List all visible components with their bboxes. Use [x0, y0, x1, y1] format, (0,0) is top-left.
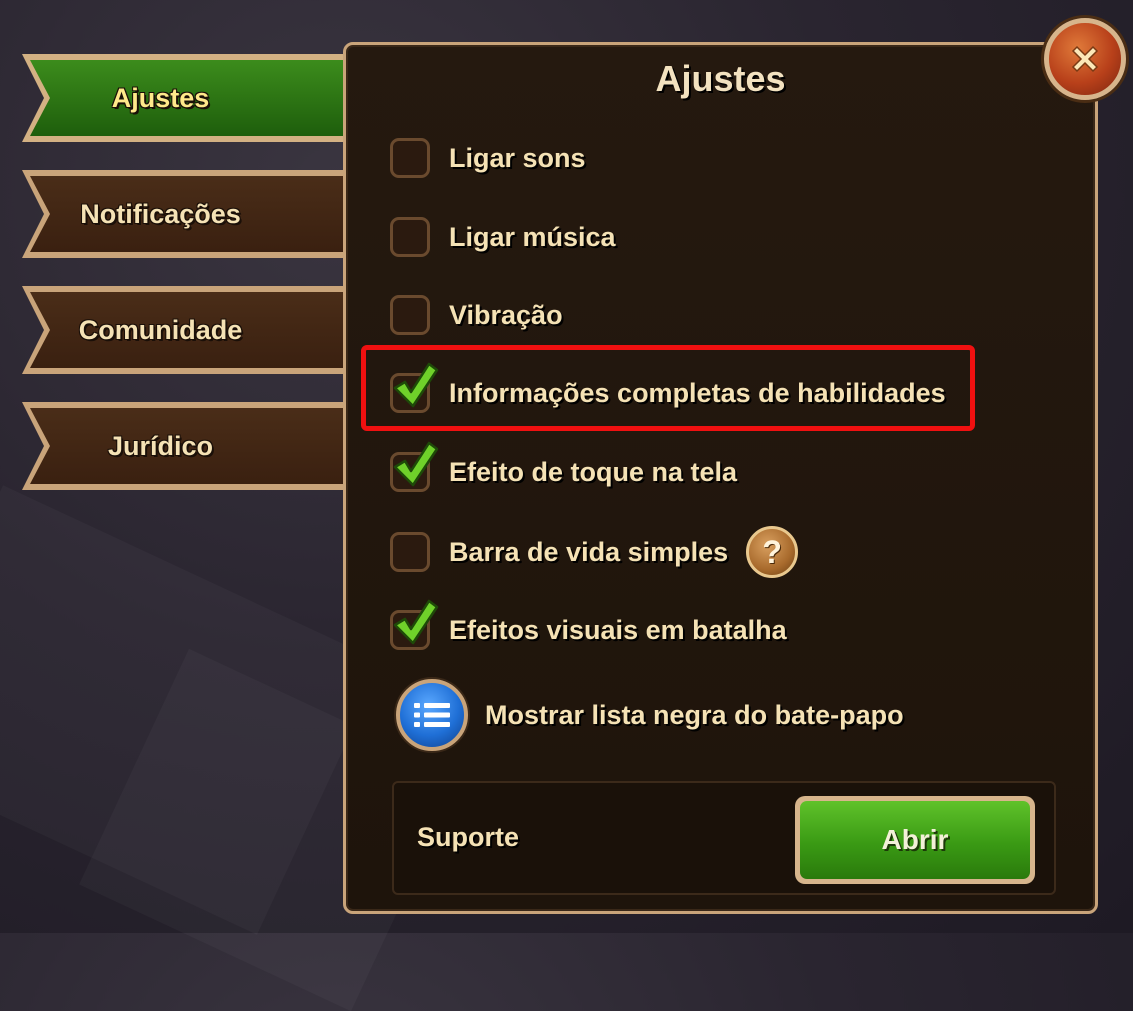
- tab-juridico[interactable]: Jurídico: [18, 398, 363, 494]
- option-efeitos-visuais[interactable]: Efeitos visuais em batalha: [390, 599, 787, 652]
- option-label: Barra de vida simples: [449, 536, 729, 567]
- checkbox-vibracao[interactable]: [390, 295, 430, 335]
- checkmark-icon: [393, 599, 439, 645]
- checkmark-icon: [393, 441, 439, 487]
- question-icon: ?: [762, 533, 782, 570]
- blacklist-button[interactable]: [396, 679, 468, 751]
- checkbox-ligar-sons[interactable]: [390, 138, 430, 178]
- option-label: Ligar sons: [449, 142, 586, 173]
- highlight-box: [361, 345, 975, 431]
- close-button[interactable]: [1044, 18, 1126, 100]
- open-button-label: Abrir: [800, 801, 1030, 879]
- option-ligar-musica[interactable]: Ligar música: [390, 215, 616, 259]
- tab-ajustes[interactable]: Ajustes: [18, 50, 380, 146]
- tab-juridico-label: Jurídico: [107, 430, 214, 461]
- help-button[interactable]: ?: [746, 526, 799, 578]
- checkbox-ligar-musica[interactable]: [390, 217, 430, 257]
- tab-comunidade[interactable]: Comunidade: [18, 282, 363, 378]
- close-icon: [1071, 45, 1099, 73]
- blacklist-label: Mostrar lista negra do bate-papo: [485, 699, 904, 730]
- tab-ajustes-label: Ajustes: [111, 82, 210, 113]
- option-ligar-sons[interactable]: Ligar sons: [390, 136, 586, 180]
- tab-notificacoes-label: Notificações: [80, 198, 241, 229]
- option-barra-vida[interactable]: Barra de vida simples ?: [390, 526, 799, 578]
- option-label: Efeito de toque na tela: [449, 456, 738, 487]
- option-label: Ligar música: [449, 221, 616, 252]
- open-support-button[interactable]: Abrir: [795, 796, 1035, 884]
- checkbox-efeitos-visuais[interactable]: [390, 599, 439, 650]
- tab-notificacoes[interactable]: Notificações: [18, 166, 363, 262]
- blacklist-row[interactable]: Mostrar lista negra do bate-papo: [396, 678, 904, 752]
- checkbox-efeito-toque[interactable]: [390, 441, 439, 492]
- option-efeito-toque[interactable]: Efeito de toque na tela: [390, 441, 738, 494]
- option-vibracao[interactable]: Vibração: [390, 293, 563, 337]
- support-label: Suporte: [417, 822, 520, 852]
- option-label: Vibração: [449, 299, 563, 330]
- checkbox-barra-vida[interactable]: [390, 532, 430, 572]
- tab-comunidade-label: Comunidade: [78, 314, 243, 345]
- panel-title: Ajustes: [655, 58, 786, 99]
- list-icon: [414, 703, 450, 727]
- option-label: Efeitos visuais em batalha: [449, 614, 787, 645]
